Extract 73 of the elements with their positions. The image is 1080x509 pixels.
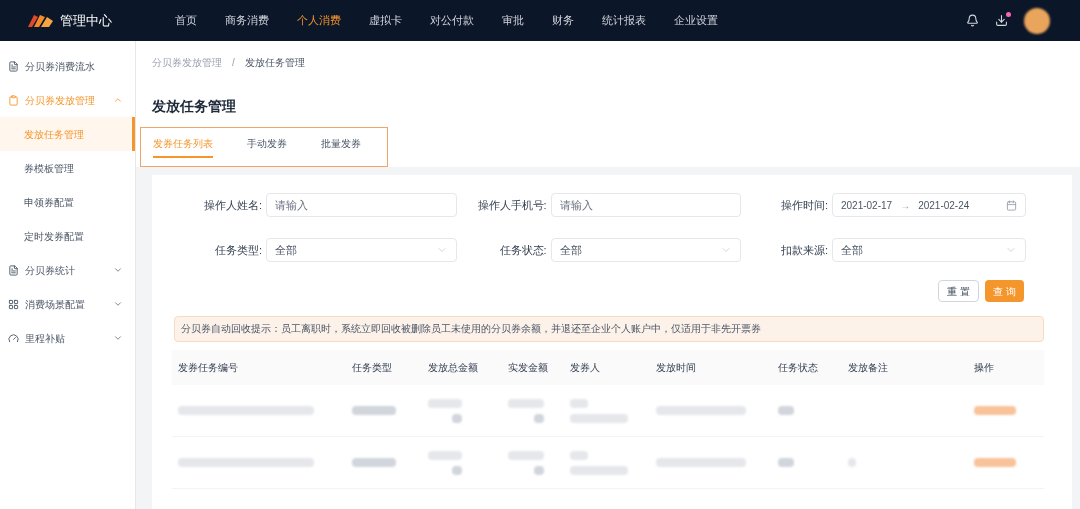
select-field[interactable]: 全部 [550,238,742,262]
nav-link[interactable]: 商务消费 [225,12,269,29]
column-header: 发放总金额 [428,361,479,375]
redacted-bar [848,458,856,467]
redacted-bar [778,458,794,467]
nav-link[interactable]: 虚拟卡 [369,12,402,29]
column-header: 操作 [973,361,995,375]
filter-label: 扣款来源: [779,242,829,258]
redacted-bar [974,458,1016,467]
sidebar-subitem[interactable]: 申领券配置 [0,185,135,219]
redacted-bar [534,413,544,423]
nav-link[interactable]: 财务 [552,12,574,29]
redacted-bar [508,450,544,460]
select-field[interactable]: 全部 [832,238,1026,262]
page-title: 发放任务管理 [152,97,237,116]
chevron-down-icon [113,333,123,343]
redacted-bar [534,465,544,475]
nav-link[interactable]: 企业设置 [674,12,718,29]
sidebar-subitem[interactable]: 券模板管理 [0,151,135,185]
filter-label: 操作人手机号: [476,197,548,213]
column-header: 发券人 [570,361,601,375]
redacted-bar [778,406,794,415]
redacted-bar [974,406,1016,415]
redacted-bar [352,406,396,415]
text-field[interactable]: 请输入 [550,193,742,217]
select-field[interactable]: 全部 [266,238,457,262]
filter-label: 任务类型: [213,242,263,258]
redacted-bar [352,458,396,467]
nav-link[interactable]: 统计报表 [602,12,646,29]
date-range-field[interactable]: 2021-02-17 → 2021-02-24 [832,193,1026,217]
sidebar-item[interactable]: 分贝券消费流水 [0,49,135,83]
chevron-down-icon [113,265,123,275]
nav-link[interactable]: 首页 [175,12,197,29]
chevron-up-icon [113,95,123,105]
brand-name: 管理中心 [60,11,113,30]
redacted-bar [570,465,628,475]
download-icon[interactable] [995,14,1008,27]
column-header: 发放时间 [656,361,697,375]
redacted-bar [508,398,544,408]
filter-label: 操作时间: [779,197,829,213]
calendar-icon [1006,199,1017,211]
sidebar-subitem[interactable]: 定时发券配置 [0,219,135,253]
redacted-bar [428,450,462,460]
nav-link[interactable]: 对公付款 [430,12,474,29]
redacted-bar [428,398,462,408]
nav-link[interactable]: 审批 [502,12,524,29]
logo-icon [26,12,54,29]
tab[interactable]: 手动发券 [247,128,287,158]
sidebar-item[interactable]: 消费场景配置 [0,287,135,321]
column-header: 发券任务编号 [178,361,239,375]
avatar[interactable] [1024,7,1050,34]
tab[interactable]: 批量发券 [321,128,361,158]
redacted-bar [452,465,462,475]
redacted-bar [570,398,588,408]
breadcrumb-separator: / [232,56,235,70]
nav-link[interactable]: 个人消费 [297,12,341,29]
sidebar-item[interactable]: 里程补贴 [0,321,135,355]
text-field[interactable]: 请输入 [266,193,457,217]
redacted-bar [570,450,588,460]
column-header: 任务类型 [352,361,393,375]
column-header: 任务状态 [778,361,819,375]
reset-button[interactable]: 重 置 [938,280,980,302]
chevron-down-icon [113,299,123,309]
redacted-bar [452,413,462,423]
redacted-bar [570,413,628,423]
column-header: 实发金额 [508,361,549,375]
breadcrumb-item: 发放任务管理 [244,56,305,70]
sidebar-item[interactable]: 分贝券统计 [0,253,135,287]
filter-label: 任务状态: [498,242,548,258]
column-header: 发放备注 [848,361,889,375]
filter-label: 操作人姓名: [202,197,263,213]
bell-icon[interactable] [966,14,979,27]
notice-banner: 分贝券自动回收提示：员工离职时，系统立即回收被删除员工未使用的分贝券余额，并退还至企业个人账户中，仅适用于非先开票券 [174,316,1044,342]
